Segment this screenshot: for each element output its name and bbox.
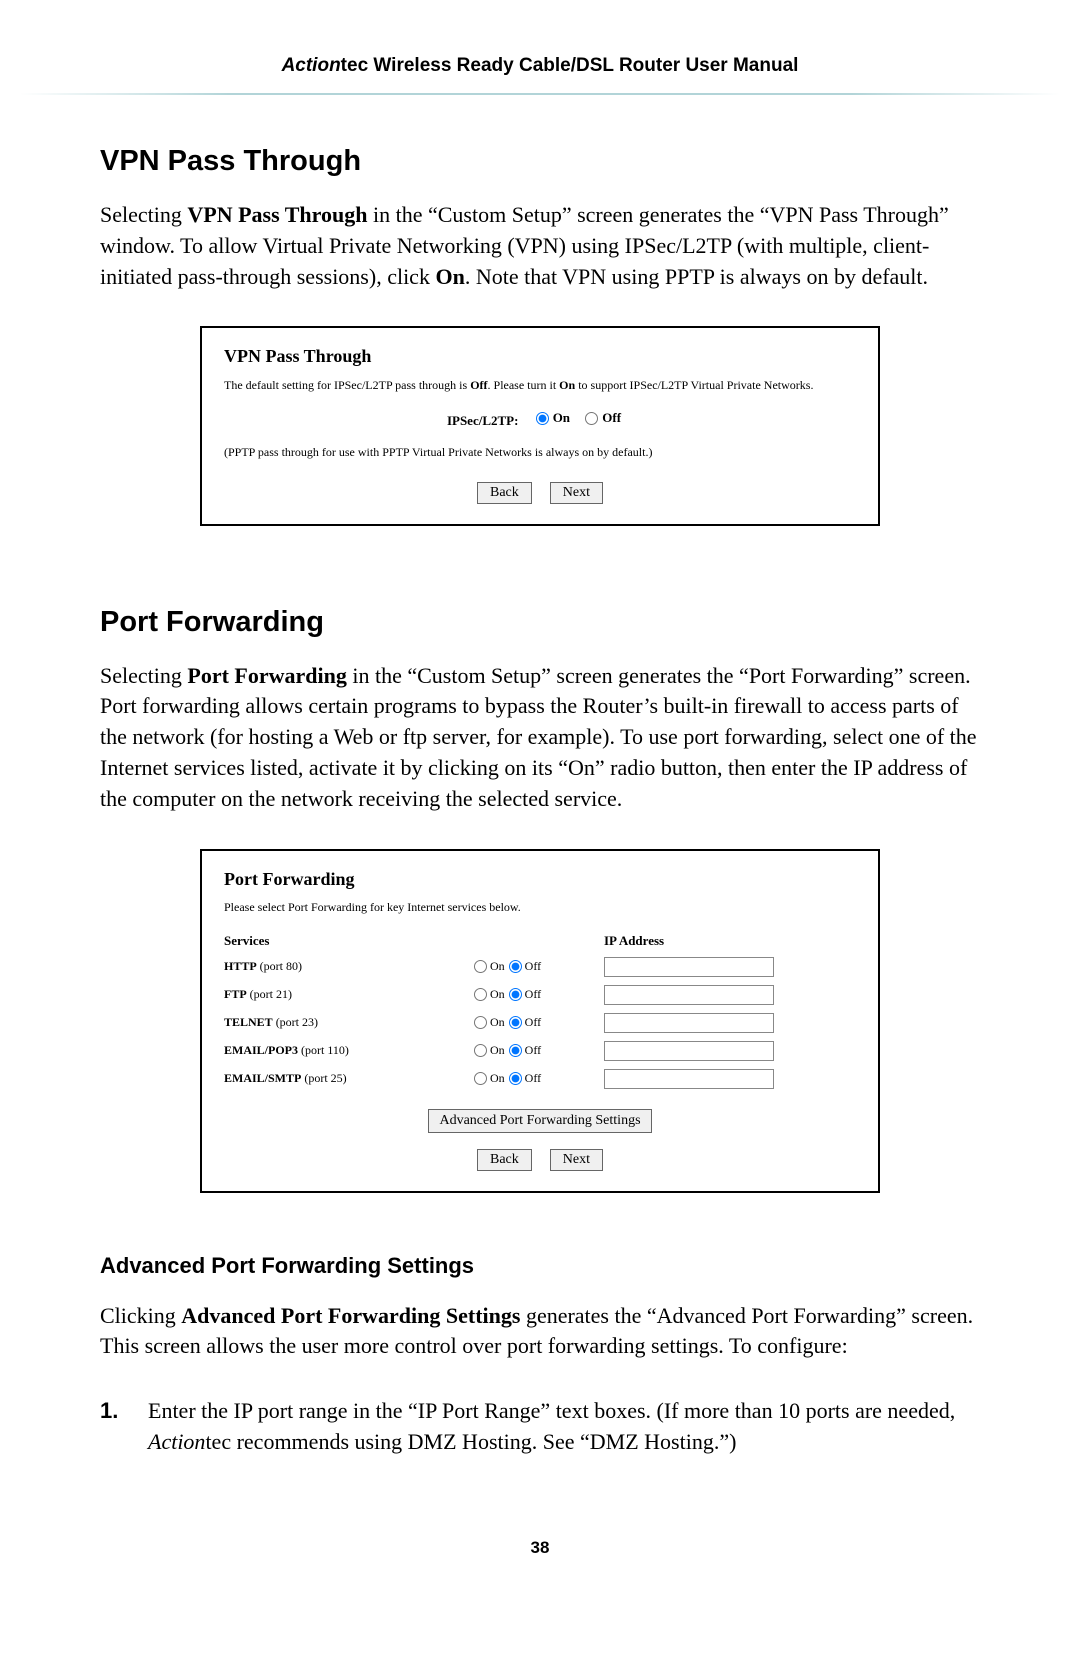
col-ip-head: IP Address xyxy=(604,933,856,949)
ip-telnet-input[interactable] xyxy=(604,1013,774,1033)
pf-row-http: HTTP (port 80) On Off xyxy=(224,957,856,977)
vpn-box-title: VPN Pass Through xyxy=(224,346,856,367)
svc-http: HTTP (port 80) xyxy=(224,959,474,974)
telnet-off[interactable]: Off xyxy=(509,1015,541,1030)
vpn-box-note: The default setting for IPSec/L2TP pass … xyxy=(224,377,856,394)
pf-paragraph: Selecting Port Forwarding in the “Custom… xyxy=(100,661,980,815)
step-1-num: 1. xyxy=(100,1396,148,1458)
http-off[interactable]: Off xyxy=(509,959,541,974)
svc-smtp: EMAIL/SMTP (port 25) xyxy=(224,1071,474,1086)
page-content: VPN Pass Through Selecting VPN Pass Thro… xyxy=(0,145,1080,1518)
ip-http-input[interactable] xyxy=(604,957,774,977)
ip-pop3-input[interactable] xyxy=(604,1041,774,1061)
http-on[interactable]: On xyxy=(474,959,505,974)
vpn-back-button[interactable]: Back xyxy=(477,482,532,504)
pf-table: Services IP Address HTTP (port 80) On Of… xyxy=(224,933,856,1089)
page-header: Actiontec Wireless Ready Cable/DSL Route… xyxy=(0,0,1080,93)
ftp-off[interactable]: Off xyxy=(509,987,541,1002)
smtp-on[interactable]: On xyxy=(474,1071,505,1086)
pf-row-ftp: FTP (port 21) On Off xyxy=(224,985,856,1005)
brand-italic: Action xyxy=(282,55,341,76)
ipsec-radio-on[interactable]: On xyxy=(536,410,570,426)
brand-rest: tec xyxy=(341,55,368,76)
header-divider xyxy=(20,93,1060,95)
adv-heading: Advanced Port Forwarding Settings xyxy=(100,1253,980,1279)
pf-button-row: Back Next xyxy=(224,1149,856,1171)
ip-ftp-col xyxy=(604,985,856,1005)
adv-paragraph: Clicking Advanced Port Forwarding Settin… xyxy=(100,1301,980,1363)
radio-telnet: On Off xyxy=(474,1015,604,1030)
svc-telnet: TELNET (port 23) xyxy=(224,1015,474,1030)
radio-smtp: On Off xyxy=(474,1071,604,1086)
svc-ftp: FTP (port 21) xyxy=(224,987,474,1002)
ipsec-radio-off[interactable]: Off xyxy=(585,410,621,426)
pf-back-button[interactable]: Back xyxy=(477,1149,532,1171)
smtp-off[interactable]: Off xyxy=(509,1071,541,1086)
ip-pop3-col xyxy=(604,1041,856,1061)
vpn-screenshot-box: VPN Pass Through The default setting for… xyxy=(200,326,880,525)
col-services-head: Services xyxy=(224,933,474,949)
radio-http: On Off xyxy=(474,959,604,974)
step-1: 1. Enter the IP port range in the “IP Po… xyxy=(100,1396,980,1458)
ipsec-on-input[interactable] xyxy=(536,412,549,425)
pf-box-title: Port Forwarding xyxy=(224,869,856,890)
vpn-heading: VPN Pass Through xyxy=(100,145,980,178)
vpn-ipsec-row: IPSec/L2TP: On Off xyxy=(224,410,856,429)
ip-ftp-input[interactable] xyxy=(604,985,774,1005)
adv-btn-row: Advanced Port Forwarding Settings xyxy=(224,1109,856,1133)
telnet-on[interactable]: On xyxy=(474,1015,505,1030)
ip-telnet-col xyxy=(604,1013,856,1033)
vpn-next-button[interactable]: Next xyxy=(550,482,603,504)
ip-http-col xyxy=(604,957,856,977)
ipsec-label: IPSec/L2TP: xyxy=(447,413,519,428)
pf-box-instr: Please select Port Forwarding for key In… xyxy=(224,900,856,915)
ip-smtp-col xyxy=(604,1069,856,1089)
vpn-paragraph: Selecting VPN Pass Through in the “Custo… xyxy=(100,200,980,292)
pf-row-telnet: TELNET (port 23) On Off xyxy=(224,1013,856,1033)
advanced-pf-button[interactable]: Advanced Port Forwarding Settings xyxy=(428,1109,651,1133)
pf-next-button[interactable]: Next xyxy=(550,1149,603,1171)
header-title: Wireless Ready Cable/DSL Router User Man… xyxy=(368,55,798,76)
pf-row-smtp: EMAIL/SMTP (port 25) On Off xyxy=(224,1069,856,1089)
page-number: 38 xyxy=(0,1518,1080,1588)
ipsec-off-input[interactable] xyxy=(585,412,598,425)
steps-list: 1. Enter the IP port range in the “IP Po… xyxy=(100,1396,980,1458)
vpn-pptp-note: (PPTP pass through for use with PPTP Vir… xyxy=(224,445,856,460)
pop3-off[interactable]: Off xyxy=(509,1043,541,1058)
svc-pop3: EMAIL/POP3 (port 110) xyxy=(224,1043,474,1058)
vpn-button-row: Back Next xyxy=(224,482,856,504)
ftp-on[interactable]: On xyxy=(474,987,505,1002)
pf-table-head: Services IP Address xyxy=(224,933,856,949)
step-1-text: Enter the IP port range in the “IP Port … xyxy=(148,1396,980,1458)
col-radio-head xyxy=(474,933,604,949)
radio-pop3: On Off xyxy=(474,1043,604,1058)
ip-smtp-input[interactable] xyxy=(604,1069,774,1089)
pf-screenshot-box: Port Forwarding Please select Port Forwa… xyxy=(200,849,880,1193)
pop3-on[interactable]: On xyxy=(474,1043,505,1058)
pf-row-pop3: EMAIL/POP3 (port 110) On Off xyxy=(224,1041,856,1061)
radio-ftp: On Off xyxy=(474,987,604,1002)
pf-heading: Port Forwarding xyxy=(100,606,980,639)
